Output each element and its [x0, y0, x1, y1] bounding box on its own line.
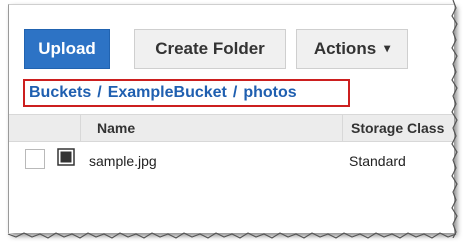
file-browser-panel: Upload Create Folder Actions ▾ Buckets /…	[8, 4, 454, 233]
row-checkbox[interactable]	[25, 149, 45, 169]
breadcrumb-separator: /	[232, 84, 238, 101]
breadcrumb-item-buckets[interactable]: Buckets	[29, 84, 91, 102]
table-header: Name Storage Class	[9, 114, 454, 142]
column-divider[interactable]	[342, 115, 343, 141]
upload-button[interactable]: Upload	[24, 29, 110, 69]
torn-edge-bottom	[7, 232, 457, 239]
create-folder-button[interactable]: Create Folder	[134, 29, 286, 69]
actions-button-label: Actions	[313, 39, 377, 58]
chevron-down-icon: ▾	[384, 41, 391, 55]
select-column-header	[9, 115, 81, 141]
file-icon	[57, 148, 75, 166]
column-header-storage-class[interactable]: Storage Class	[351, 120, 444, 136]
breadcrumb: Buckets / ExampleBucket / photos	[23, 79, 350, 107]
breadcrumb-item-examplebucket[interactable]: ExampleBucket	[108, 84, 227, 102]
table-row[interactable]: sample.jpg Standard	[9, 145, 454, 175]
column-header-name[interactable]: Name	[97, 120, 135, 136]
breadcrumb-item-photos[interactable]: photos	[243, 84, 296, 102]
file-storage-class: Standard	[349, 153, 406, 169]
actions-dropdown-button[interactable]: Actions ▾	[296, 29, 408, 69]
breadcrumb-separator: /	[97, 84, 102, 101]
upload-button-label: Upload	[38, 39, 96, 58]
file-name[interactable]: sample.jpg	[89, 153, 157, 169]
torn-edge-right	[451, 0, 458, 238]
create-folder-button-label: Create Folder	[155, 39, 265, 58]
